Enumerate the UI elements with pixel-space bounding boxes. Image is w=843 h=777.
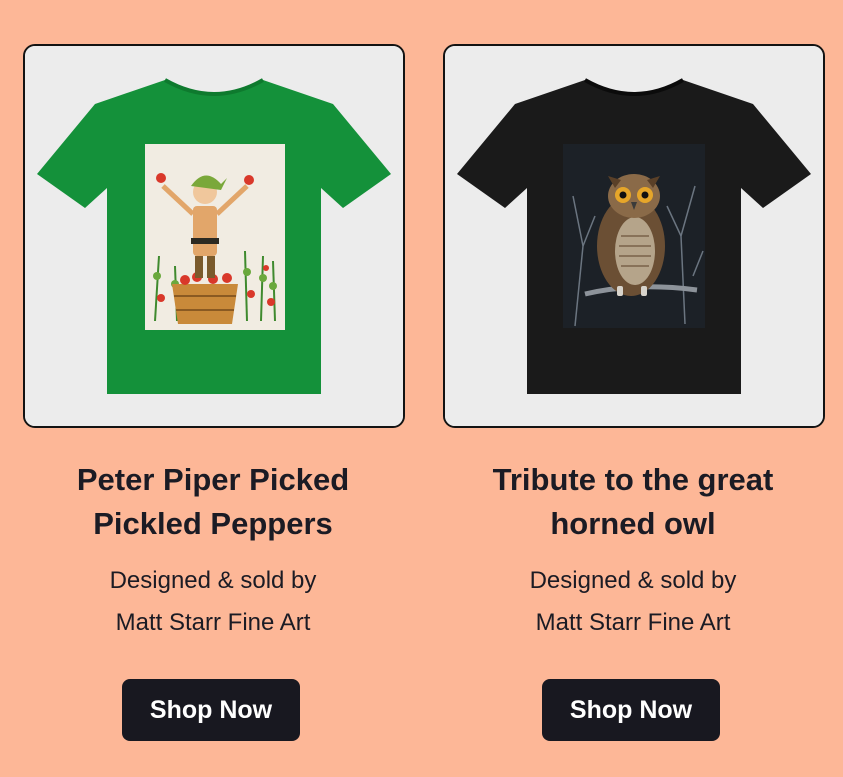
- byline-label: Designed & sold by: [109, 567, 317, 594]
- product-title-line1: Peter Piper Picked: [76, 462, 350, 497]
- green-tshirt-image: [25, 46, 403, 426]
- byline-label: Designed & sold by: [529, 567, 737, 594]
- product-image-peter-piper-tshirt[interactable]: [23, 44, 405, 428]
- product-card-horned-owl: Tribute to the great horned owl Designed…: [443, 0, 825, 777]
- seller-name[interactable]: Matt Starr Fine Art: [23, 602, 403, 644]
- product-title[interactable]: Tribute to the great horned owl: [443, 458, 823, 546]
- product-byline: Designed & sold by Matt Starr Fine Art: [23, 560, 403, 644]
- product-title-line1: Tribute to the great: [492, 462, 774, 497]
- black-tshirt-image: [445, 46, 823, 426]
- seller-name[interactable]: Matt Starr Fine Art: [443, 602, 823, 644]
- product-title[interactable]: Peter Piper Picked Pickled Peppers: [23, 458, 403, 546]
- shop-now-button[interactable]: Shop Now: [122, 679, 300, 741]
- product-title-line2: horned owl: [550, 506, 716, 541]
- product-image-horned-owl-tshirt[interactable]: [443, 44, 825, 428]
- product-byline: Designed & sold by Matt Starr Fine Art: [443, 560, 823, 644]
- product-card-peter-piper: Peter Piper Picked Pickled Peppers Desig…: [23, 0, 405, 777]
- product-title-line2: Pickled Peppers: [93, 506, 333, 541]
- shop-now-button[interactable]: Shop Now: [542, 679, 720, 741]
